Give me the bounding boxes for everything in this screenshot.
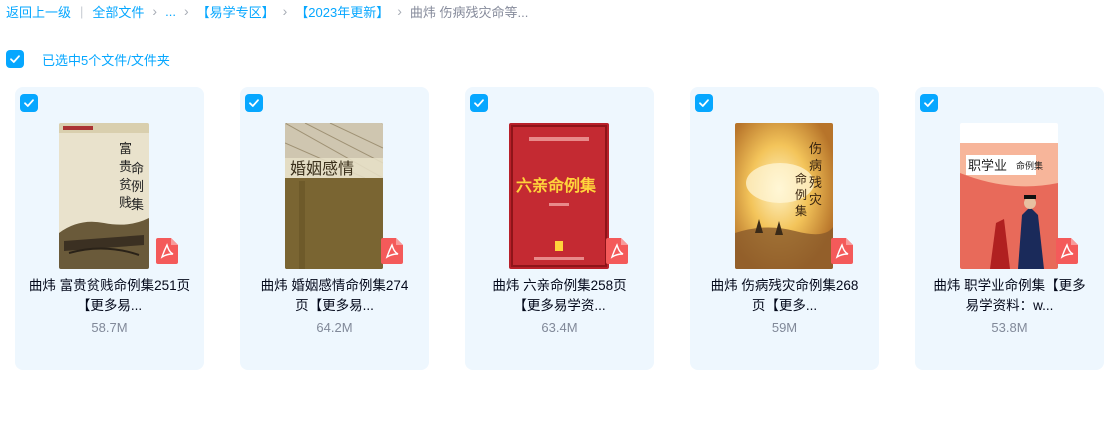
checkmark-icon bbox=[924, 99, 934, 107]
file-name: 曲炜 六亲命例集258页 【更多易学资... bbox=[492, 278, 627, 313]
file-checkbox[interactable] bbox=[20, 94, 38, 112]
pdf-icon bbox=[831, 238, 853, 264]
svg-text:集: 集 bbox=[795, 203, 807, 218]
file-thumbnail: 六亲命例集 bbox=[509, 123, 609, 269]
pdf-icon bbox=[1056, 238, 1078, 264]
file-card[interactable]: 伤 病 残 灾 命 例 集 曲炜 伤病残灾命例集268 页【更多... 59M bbox=[690, 87, 879, 370]
svg-text:伤: 伤 bbox=[809, 142, 822, 157]
file-thumbnail: 伤 病 残 灾 命 例 集 bbox=[735, 123, 833, 269]
file-thumbnail: 婚姻感情 bbox=[285, 123, 383, 269]
svg-text:残: 残 bbox=[809, 176, 822, 191]
file-checkbox[interactable] bbox=[245, 94, 263, 112]
file-card[interactable]: 富 贵 贫 贱 命 例 集 曲炜 富贵贫贱命例集251页 【更多易... 58.… bbox=[15, 87, 204, 370]
file-checkbox[interactable] bbox=[470, 94, 488, 112]
file-name: 曲炜 婚姻感情命例集274 页【更多易... bbox=[260, 278, 409, 313]
file-card[interactable]: 婚姻感情 曲炜 婚姻感情命例集274 页【更多易... 64.2M bbox=[240, 87, 429, 370]
pdf-icon bbox=[156, 238, 178, 264]
checkmark-icon bbox=[24, 99, 34, 107]
breadcrumb-current: 曲炜 伤病残灾命等... bbox=[409, 4, 529, 20]
chevron-right-icon: › bbox=[152, 3, 158, 19]
back-link[interactable]: 返回上一级 bbox=[6, 2, 71, 21]
file-checkbox[interactable] bbox=[695, 94, 713, 112]
svg-text:富: 富 bbox=[119, 141, 132, 157]
file-size: 58.7M bbox=[91, 320, 128, 335]
file-card[interactable]: 六亲命例集 曲炜 六亲命例集258页 【更多易学资... 63.4M bbox=[465, 87, 654, 370]
file-size: 64.2M bbox=[316, 320, 353, 335]
svg-text:六亲命例集: 六亲命例集 bbox=[516, 176, 597, 195]
chevron-right-icon: › bbox=[183, 3, 189, 19]
all-files-link[interactable]: 全部文件 bbox=[92, 2, 144, 21]
svg-text:命: 命 bbox=[131, 161, 144, 177]
file-name: 曲炜 职学业命例集【更多 易学资料：w... bbox=[933, 278, 1086, 313]
checkmark-icon bbox=[10, 55, 20, 63]
breadcrumb-folder-yixue[interactable]: 【易学专区】 bbox=[197, 2, 275, 21]
breadcrumb: 返回上一级 | 全部文件 › ... › 【易学专区】 › 【2023年更新】 … bbox=[6, 2, 528, 20]
file-name: 曲炜 伤病残灾命例集268 页【更多... bbox=[710, 278, 859, 313]
svg-text:例: 例 bbox=[131, 180, 144, 195]
svg-text:职学业: 职学业 bbox=[968, 158, 1007, 174]
breadcrumb-ellipsis[interactable]: ... bbox=[165, 4, 176, 19]
pdf-icon bbox=[606, 238, 628, 264]
svg-text:病: 病 bbox=[809, 159, 822, 174]
file-card[interactable]: 职学业 命例集 曲炜 职学业命例集【更多 易学资料：w... 53.8M bbox=[915, 87, 1104, 370]
chevron-right-icon: › bbox=[282, 3, 288, 19]
file-size: 63.4M bbox=[541, 320, 578, 335]
checkmark-icon bbox=[699, 99, 709, 107]
file-size: 53.8M bbox=[991, 320, 1028, 335]
file-size: 59M bbox=[771, 320, 798, 335]
pdf-icon bbox=[381, 238, 403, 264]
file-name: 曲炜 富贵贫贱命例集251页 【更多易... bbox=[28, 278, 191, 313]
file-thumbnail: 富 贵 贫 贱 命 例 集 bbox=[59, 123, 149, 269]
file-checkbox[interactable] bbox=[920, 94, 938, 112]
chevron-right-icon: › bbox=[397, 3, 402, 19]
svg-text:集: 集 bbox=[131, 197, 144, 213]
svg-text:例: 例 bbox=[795, 188, 807, 202]
svg-text:灾: 灾 bbox=[809, 192, 822, 208]
svg-text:命例集: 命例集 bbox=[1016, 160, 1043, 172]
selection-count: 已选中5个文件/文件夹 bbox=[42, 52, 170, 68]
svg-text:命: 命 bbox=[795, 171, 807, 186]
file-thumbnail: 职学业 命例集 bbox=[960, 123, 1058, 269]
svg-text:婚姻感情: 婚姻感情 bbox=[290, 159, 354, 178]
checkmark-icon bbox=[249, 99, 259, 107]
select-all-checkbox[interactable] bbox=[6, 50, 24, 68]
breadcrumb-divider: | bbox=[80, 3, 84, 19]
breadcrumb-folder-2023[interactable]: 【2023年更新】 bbox=[295, 2, 389, 21]
checkmark-icon bbox=[474, 99, 484, 107]
selection-bar: 已选中5个文件/文件夹 bbox=[6, 49, 170, 69]
